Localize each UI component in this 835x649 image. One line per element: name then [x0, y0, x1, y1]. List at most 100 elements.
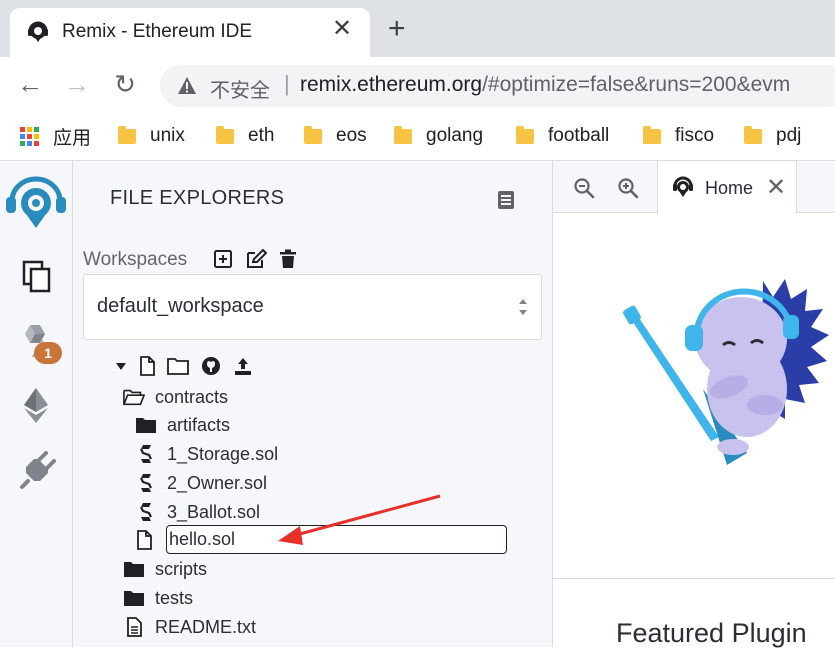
tree-folder-tests[interactable]: tests	[123, 585, 193, 611]
bookmark-label: fisco	[675, 125, 715, 146]
bookmarks-bar: 应用 unix eth eos golang football fisco pd…	[0, 115, 835, 161]
insecure-label: 不安全	[210, 80, 270, 102]
folder-icon	[516, 125, 534, 144]
folder-icon	[394, 125, 412, 144]
bookmark-folder-eth[interactable]: eth	[216, 122, 274, 150]
github-icon[interactable]	[201, 356, 221, 376]
workspaces-label: Workspaces	[83, 249, 188, 270]
zoom-in-icon[interactable]	[617, 177, 639, 199]
main-panel: Home ✕ Featured Plugin	[553, 161, 835, 648]
remix-logo-icon[interactable]	[4, 175, 68, 229]
folder-icon	[123, 587, 145, 609]
folder-icon	[123, 558, 145, 580]
file-explorer-panel: FILE EXPLORERS Workspaces default_worksp…	[73, 161, 553, 647]
reload-button[interactable]: ↻	[110, 69, 140, 99]
address-bar[interactable]: 不安全 | remix.ethereum.org/#optimize=false…	[160, 65, 835, 107]
tree-label: 2_Owner.sol	[167, 472, 268, 493]
tree-file-ballot[interactable]: 3_Ballot.sol	[135, 499, 260, 525]
bookmark-apps-label: 应用	[53, 127, 92, 149]
url-rest: /#optimize=false&runs=200&evm	[482, 73, 791, 96]
tree-file-readme[interactable]: README.txt	[123, 614, 256, 640]
tab-title: Remix - Ethereum IDE	[62, 21, 253, 42]
url-separator: |	[284, 71, 290, 96]
apps-grid-icon	[20, 126, 39, 146]
folder-icon	[216, 125, 234, 144]
back-button[interactable]: ←	[15, 69, 45, 99]
text-file-icon	[123, 616, 145, 638]
solidity-file-icon	[135, 443, 157, 465]
folder-open-icon	[123, 386, 145, 408]
new-file-icon[interactable]	[139, 356, 155, 376]
bookmark-folder-fisco[interactable]: fisco	[643, 122, 714, 150]
tree-label: scripts	[155, 558, 208, 579]
featured-heading: Featured Plugin	[616, 618, 807, 648]
icon-panel: 1	[0, 161, 73, 647]
bookmark-apps[interactable]: 应用	[20, 122, 91, 150]
remix-favicon-icon	[28, 21, 48, 42]
tree-folder-scripts[interactable]: scripts	[123, 556, 207, 582]
tree-label: contracts	[155, 386, 229, 407]
new-folder-icon[interactable]	[167, 357, 189, 375]
bookmark-label: eos	[336, 125, 367, 146]
url-text[interactable]: remix.ethereum.org/#optimize=false&runs=…	[300, 73, 790, 97]
solidity-file-icon	[135, 472, 157, 494]
new-file-name-input[interactable]: hello.sol	[166, 525, 507, 554]
bookmark-label: golang	[426, 125, 484, 146]
browser-toolbar: ← → ↻ 不安全 | remix.ethereum.org/#optimize…	[0, 57, 835, 115]
workspace-actions	[213, 249, 297, 269]
panel-title: FILE EXPLORERS	[110, 187, 285, 209]
url-host: remix.ethereum.org	[300, 73, 483, 96]
compiler-badge: 1	[34, 342, 62, 364]
tree-label: tests	[155, 587, 194, 608]
file-icon	[133, 529, 155, 551]
bookmark-folder-unix[interactable]: unix	[118, 122, 185, 150]
section-divider	[553, 578, 835, 579]
tab-home[interactable]: Home ✕	[657, 161, 797, 214]
file-explorer-icon[interactable]	[16, 256, 56, 296]
tab-home-label: Home	[705, 178, 754, 198]
rename-workspace-icon[interactable]	[245, 249, 267, 269]
tree-actions	[115, 356, 253, 376]
warning-icon	[178, 77, 196, 94]
browser-tab[interactable]: Remix - Ethereum IDE ✕	[10, 8, 370, 57]
forward-button[interactable]: →	[62, 69, 92, 99]
workspace-select-value: default_workspace	[97, 295, 264, 317]
bookmark-label: football	[548, 125, 610, 146]
select-arrows-icon	[519, 299, 527, 315]
tab-close-icon[interactable]: ✕	[332, 17, 352, 41]
zoom-out-icon[interactable]	[573, 177, 595, 199]
documentation-icon[interactable]	[497, 190, 515, 210]
create-workspace-icon[interactable]	[213, 249, 233, 269]
bookmark-label: unix	[150, 125, 185, 146]
remix-tab-icon	[673, 176, 693, 197]
tree-folder-artifacts[interactable]: artifacts	[135, 412, 230, 438]
tab-strip: Remix - Ethereum IDE ✕ +	[0, 0, 835, 57]
remix-mascot-illustration	[623, 279, 829, 465]
tree-file-storage[interactable]: 1_Storage.sol	[135, 441, 278, 467]
delete-workspace-icon[interactable]	[279, 249, 297, 269]
folder-icon	[304, 125, 322, 144]
folder-icon	[118, 125, 136, 144]
deploy-run-icon[interactable]	[16, 385, 56, 425]
bookmark-label: pdj	[776, 125, 802, 146]
collapse-caret-icon[interactable]	[115, 361, 127, 371]
tree-label: 1_Storage.sol	[167, 443, 279, 464]
browser-chrome: Remix - Ethereum IDE ✕ + ← → ↻ 不安全 | rem…	[0, 0, 835, 161]
tree-file-new	[133, 527, 165, 553]
bookmark-label: eth	[248, 125, 275, 146]
tree-file-owner[interactable]: 2_Owner.sol	[135, 470, 267, 496]
workspace-select[interactable]: default_workspace	[83, 274, 542, 340]
plugin-manager-icon[interactable]	[16, 451, 56, 491]
close-tab-icon[interactable]: ✕	[766, 173, 786, 202]
new-tab-button[interactable]: +	[388, 14, 406, 44]
folder-icon	[744, 125, 762, 144]
tree-folder-contracts[interactable]: contracts	[123, 384, 228, 410]
bookmark-folder-football[interactable]: football	[516, 122, 609, 150]
bookmark-folder-golang[interactable]: golang	[394, 122, 483, 150]
bookmark-folder-eos[interactable]: eos	[304, 122, 367, 150]
editor-tabs-bar: Home ✕	[553, 161, 835, 214]
upload-icon[interactable]	[233, 356, 253, 376]
bookmark-folder-pdj[interactable]: pdj	[744, 122, 801, 150]
tree-label: 3_Ballot.sol	[167, 501, 261, 522]
folder-icon	[135, 414, 157, 436]
